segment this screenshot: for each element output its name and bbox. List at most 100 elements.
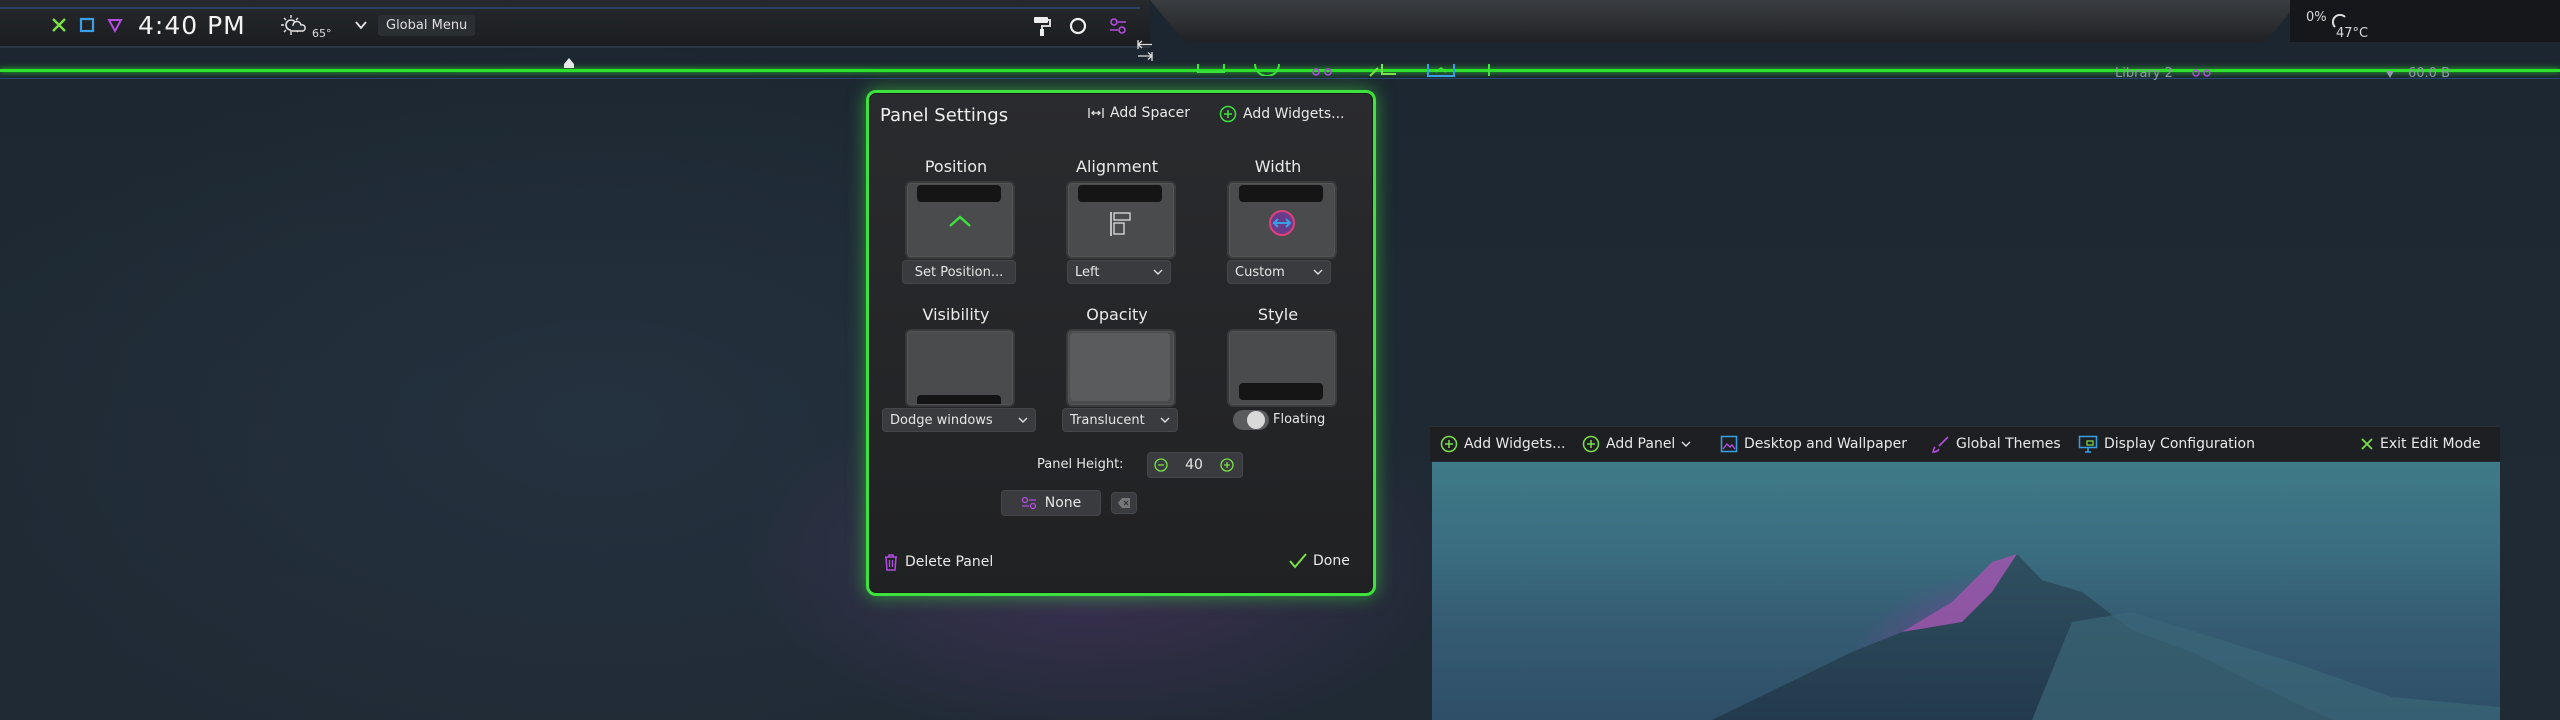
chevron-down-icon [1153,268,1163,276]
clear-shortcut-button[interactable] [1111,492,1137,514]
panel-position-marker-icon[interactable] [563,57,575,69]
floating-label: Floating [1273,412,1326,427]
toolbar-add-widgets-label: Add Widgets... [1464,436,1566,452]
width-preview-tile[interactable] [1227,181,1337,259]
delete-panel-button[interactable]: Delete Panel [883,553,993,571]
desktop-preview [1432,462,2500,720]
custom-width-icon [1269,210,1295,236]
panel-preview-bar [1239,185,1323,202]
wallpaper-icon [1720,435,1738,453]
minimize-icon[interactable] [106,16,124,34]
opacity-select[interactable]: Translucent [1062,408,1178,432]
alignment-preview-tile[interactable] [1066,181,1176,259]
visibility-label: Visibility [922,305,990,324]
display-configuration-button[interactable]: Display Configuration [2078,427,2255,461]
desktop-wallpaper-button[interactable]: Desktop and Wallpaper [1720,427,1907,461]
panel-blue-line [0,78,2560,79]
style-preview-tile[interactable] [1227,329,1337,407]
opacity-value: Translucent [1070,412,1145,428]
set-position-button[interactable]: Set Position... [902,260,1016,284]
visibility-select[interactable]: Dodge windows [882,408,1036,432]
width-select[interactable]: Custom [1227,260,1331,284]
alignment-label: Alignment [1076,157,1158,176]
panel-edge-handle-icon[interactable] [1134,38,1156,68]
floating-toggle[interactable] [1233,410,1269,430]
maximize-icon[interactable] [78,16,96,34]
global-themes-label: Global Themes [1956,436,2061,452]
spacer-icon [1088,107,1104,119]
close-icon[interactable] [50,16,68,34]
mountain-wallpaper-image [1712,554,2500,720]
chevron-down-icon [1018,416,1028,424]
align-left-icon [1110,212,1131,236]
position-preview-tile[interactable] [905,181,1015,259]
panel-screen-icon[interactable] [1426,64,1456,78]
global-menu-button[interactable]: Global Menu [378,15,476,36]
paint-roller-icon[interactable] [1032,15,1052,37]
chevron-down-icon [1160,416,1170,424]
display-configuration-label: Display Configuration [2104,436,2255,452]
add-spacer-label: Add Spacer [1110,105,1190,121]
toolbar-add-widgets-button[interactable]: Add Widgets... [1440,427,1566,461]
top-panel-accent-line [0,7,1140,9]
trash-icon [883,553,899,571]
top-panel-center [1150,0,2300,42]
alignment-select[interactable]: Left [1067,260,1171,284]
shortcut-button[interactable]: None [1001,490,1101,516]
circle-icon[interactable] [1068,16,1088,36]
position-label: Position [924,157,988,176]
panel-height-label: Panel Height: [1037,457,1124,472]
panel-height-spinbox[interactable]: 40 [1147,452,1243,478]
weather-icon[interactable] [280,14,306,36]
chevron-down-icon [1681,440,1691,448]
plus-circle-icon [1582,435,1600,453]
panel-preview-bar [1239,383,1323,400]
chevron-down-icon[interactable] [354,18,368,32]
done-label: Done [1313,553,1350,569]
clock[interactable]: 4:40 PM [138,11,246,40]
panel-pen-icon[interactable] [1368,64,1398,78]
opacity-preview-tile[interactable] [1066,329,1176,407]
width-label: Width [1254,157,1302,176]
panel-clock-icon[interactable] [1252,64,1282,76]
increase-icon[interactable] [1220,458,1234,472]
storage-label: 60.0 B [2408,66,2450,81]
monitor-icon [2078,435,2098,453]
opacity-label: Opacity [1086,305,1148,324]
exit-edit-mode-button[interactable]: Exit Edit Mode [2360,427,2481,461]
panel-preview-bar [917,185,1001,202]
decrease-icon[interactable] [1154,458,1168,472]
panel-widget-icon[interactable] [1196,64,1226,74]
plus-circle-icon [1219,105,1237,123]
width-value: Custom [1235,264,1285,280]
top-panel: 4:40 PM 65° Global Menu 0% 47°C Library … [0,0,2560,81]
top-panel-right [2290,0,2560,42]
panel-preview-bar [917,395,1001,404]
plus-circle-icon [1440,435,1458,453]
weather-temp: 65° [312,27,332,40]
panel-apps-icon[interactable] [1310,64,1336,78]
brush-icon [1932,435,1950,453]
done-button[interactable]: Done [1289,553,1350,569]
sliders-icon[interactable] [1108,16,1128,36]
visibility-preview-tile[interactable] [905,329,1015,407]
close-icon [2360,437,2374,451]
chevron-down-icon [1313,268,1323,276]
panel-height-value[interactable]: 40 [1176,457,1212,473]
toggle-knob [1247,411,1265,429]
library-label[interactable]: Library 2 [2115,66,2173,81]
alignment-value: Left [1075,264,1100,280]
global-themes-button[interactable]: Global Themes [1932,427,2061,461]
cpu-usage-label: 0% [2306,10,2327,25]
desktop-wallpaper-label: Desktop and Wallpaper [1744,436,1908,452]
add-widgets-button[interactable]: Add Widgets... [1219,105,1345,123]
keyboard-shortcut-icon [1021,496,1037,510]
check-icon [1289,553,1307,569]
library-apps-icon[interactable] [2190,66,2214,80]
dialog-title: Panel Settings [880,105,1009,126]
shortcut-value: None [1044,495,1082,511]
add-spacer-button[interactable]: Add Spacer [1088,105,1190,121]
backspace-icon [1118,498,1130,508]
panel-pin-icon[interactable] [1484,64,1494,78]
add-panel-button[interactable]: Add Panel [1582,427,1691,461]
